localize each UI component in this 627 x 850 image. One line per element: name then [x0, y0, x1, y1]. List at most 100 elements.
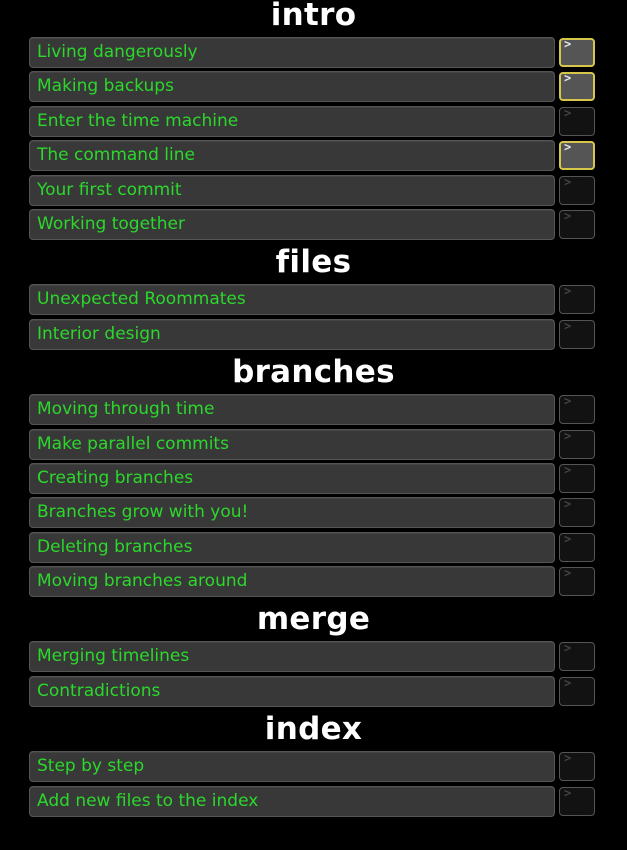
level-button[interactable]: Deleting branches: [29, 531, 555, 563]
level-row: Make parallel commits >: [0, 428, 627, 463]
level-button[interactable]: Moving branches around: [29, 566, 555, 598]
section-title: files: [275, 244, 352, 281]
level-row: Interior design >: [0, 318, 627, 353]
level-button[interactable]: Moving through time: [29, 394, 555, 426]
level-button[interactable]: Unexpected Roommates: [29, 284, 555, 316]
terminal-button[interactable]: >: [559, 394, 595, 425]
section-index: index Step by step > Add new files to the i…: [0, 710, 627, 820]
prompt-icon: >: [564, 497, 572, 512]
level-row: Merging timelines >: [0, 641, 627, 675]
terminal-button[interactable]: >: [559, 174, 595, 205]
prompt-icon: >: [564, 105, 572, 120]
level-row: Branches grow with you! >: [0, 497, 627, 531]
terminal-button-solved[interactable]: >: [559, 140, 595, 171]
prompt-icon: >: [564, 428, 572, 443]
prompt-icon: >: [564, 531, 572, 546]
terminal-button[interactable]: >: [559, 318, 595, 349]
terminal-button-solved[interactable]: >: [559, 37, 595, 67]
level-button[interactable]: Creating branches: [29, 462, 555, 494]
terminal-button[interactable]: >: [559, 428, 595, 459]
prompt-icon: >: [564, 675, 572, 690]
prompt-icon: >: [564, 284, 572, 299]
terminal-button[interactable]: >: [559, 284, 595, 315]
section-title: index: [264, 711, 363, 748]
level-label: Contradictions: [37, 680, 161, 701]
level-label: Add new files to the index: [37, 790, 259, 811]
level-button[interactable]: Living dangerously: [29, 37, 555, 68]
level-label: Make parallel commits: [37, 433, 229, 454]
section-title: branches: [232, 354, 395, 391]
level-label: Making backups: [37, 76, 174, 97]
prompt-icon: >: [564, 140, 572, 155]
level-row: The command line >: [0, 140, 627, 174]
level-button[interactable]: Contradictions: [29, 675, 555, 707]
terminal-button[interactable]: >: [559, 497, 595, 528]
level-label: Your first commit: [37, 179, 182, 200]
level-row: Your first commit >: [0, 174, 627, 209]
level-row: Enter the time machine >: [0, 105, 627, 140]
level-label: Moving branches around: [37, 571, 248, 592]
level-button[interactable]: Make parallel commits: [29, 428, 555, 460]
level-row: Add new files to the index >: [0, 785, 627, 820]
section-intro: intro Living dangerously > Making backups > E…: [0, 0, 627, 243]
prompt-icon: >: [564, 751, 572, 766]
level-row: Unexpected Roommates >: [0, 284, 627, 318]
level-button[interactable]: Interior design: [29, 318, 555, 350]
level-row: Step by step >: [0, 751, 627, 785]
terminal-button[interactable]: >: [559, 675, 595, 706]
terminal-button[interactable]: >: [559, 531, 595, 562]
level-label: Working together: [37, 213, 185, 234]
prompt-icon: >: [564, 785, 572, 800]
level-button[interactable]: Merging timelines: [29, 641, 555, 673]
terminal-button[interactable]: >: [559, 208, 595, 239]
level-button[interactable]: Branches grow with you!: [29, 497, 555, 529]
level-label: Deleting branches: [37, 536, 193, 557]
terminal-button[interactable]: >: [559, 462, 595, 493]
level-button[interactable]: Working together: [29, 208, 555, 240]
prompt-icon: >: [564, 462, 572, 477]
terminal-button[interactable]: >: [559, 641, 595, 672]
terminal-button-solved[interactable]: >: [559, 71, 595, 102]
terminal-button[interactable]: >: [559, 566, 595, 597]
level-button[interactable]: Your first commit: [29, 174, 555, 206]
level-row: Creating branches >: [0, 462, 627, 497]
level-button[interactable]: Making backups: [29, 71, 555, 103]
level-row: Making backups >: [0, 71, 627, 105]
level-row: Moving through time >: [0, 394, 627, 428]
prompt-icon: >: [564, 71, 572, 86]
terminal-button[interactable]: >: [559, 751, 595, 782]
prompt-icon: >: [564, 37, 572, 51]
level-button[interactable]: Enter the time machine: [29, 105, 555, 137]
level-label: Step by step: [37, 756, 145, 777]
section-branches: branches Moving through time > Make paralle…: [0, 353, 627, 600]
prompt-icon: >: [564, 318, 572, 333]
level-button[interactable]: Step by step: [29, 751, 555, 783]
level-label: Moving through time: [37, 399, 215, 420]
level-row: Moving branches around >: [0, 566, 627, 600]
level-row: Living dangerously >: [0, 37, 627, 71]
section-files: files Unexpected Roommates > Interior desig…: [0, 243, 627, 353]
prompt-icon: >: [564, 394, 572, 409]
terminal-button[interactable]: >: [559, 785, 595, 816]
section-title: merge: [256, 601, 371, 638]
level-label: Interior design: [37, 323, 161, 344]
section-merge: merge Merging timelines > Contradictions >: [0, 600, 627, 710]
level-row: Contradictions >: [0, 675, 627, 710]
terminal-button[interactable]: >: [559, 105, 595, 136]
level-label: Enter the time machine: [37, 110, 239, 131]
level-row: Deleting branches >: [0, 531, 627, 566]
prompt-icon: >: [564, 641, 572, 656]
section-title: intro: [270, 0, 357, 33]
prompt-icon: >: [564, 566, 572, 581]
level-button[interactable]: The command line: [29, 140, 555, 172]
level-label: Creating branches: [37, 467, 194, 488]
level-menu: intro Living dangerously > Making backups > E…: [0, 0, 627, 820]
level-row: Working together >: [0, 208, 627, 243]
level-label: The command line: [37, 145, 195, 166]
level-label: Living dangerously: [37, 42, 198, 62]
level-button[interactable]: Add new files to the index: [29, 785, 555, 817]
prompt-icon: >: [564, 174, 572, 189]
prompt-icon: >: [564, 208, 572, 223]
level-label: Branches grow with you!: [37, 502, 249, 523]
level-label: Unexpected Roommates: [37, 289, 246, 310]
